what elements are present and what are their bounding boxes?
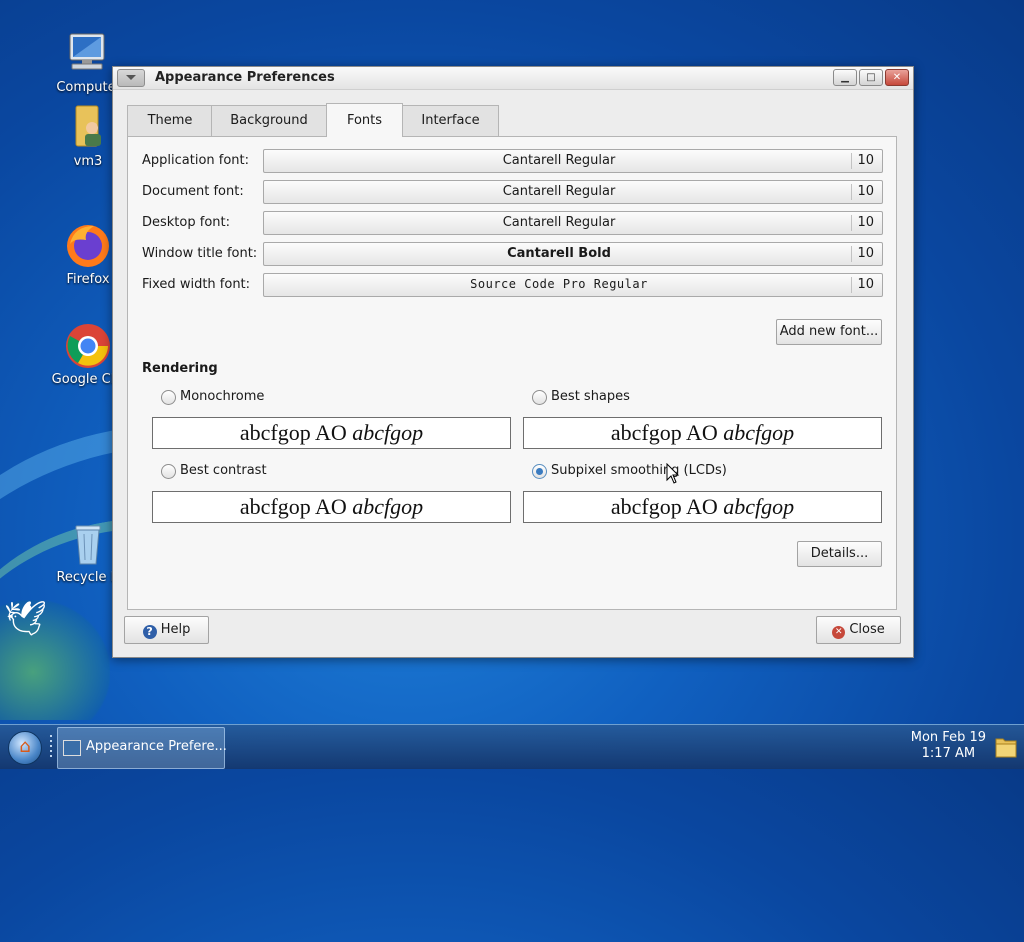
maximize-button[interactable]: □ [859, 69, 883, 86]
tab-background[interactable]: Background [211, 105, 327, 136]
sample-text: abcfgop AO [610, 494, 724, 519]
font-size: 10 [857, 153, 874, 168]
close-label: Close [849, 622, 885, 637]
bird-icon: 🕊 [4, 599, 48, 639]
taskbar-item-appearance-preferences[interactable]: Appearance Prefere... [57, 727, 227, 769]
font-label: Desktop font: [142, 215, 230, 230]
font-row-fixed-width: Fixed width font: Source Code Pro Regula… [142, 273, 884, 297]
taskbar: ⌂ Appearance Prefere... Mon Feb 19 1:17 … [0, 724, 1024, 769]
radio-button[interactable] [161, 390, 176, 405]
close-button[interactable]: ✕ Close [816, 616, 901, 644]
mouse-cursor-icon [666, 463, 680, 484]
clock-time: 1:17 AM [921, 746, 976, 761]
sample-italic-text: abcfgop [352, 494, 424, 519]
help-label: Help [160, 622, 191, 637]
radio-button[interactable] [532, 464, 547, 479]
fonts-panel: Application font: Cantarell Regular 10 D… [127, 136, 897, 610]
sample-text: abcfgop AO [239, 420, 353, 445]
font-label: Fixed width font: [142, 277, 251, 292]
help-button[interactable]: ? Help [124, 616, 209, 644]
radio-label: Subpixel smoothing (LCDs) [551, 463, 727, 478]
font-label: Window title font: [142, 246, 258, 261]
close-icon: ✕ [892, 72, 902, 83]
maximize-icon: □ [866, 72, 876, 83]
sample-subpixel-smoothing[interactable]: abcfgop AO abcfgop [523, 491, 882, 523]
user-folder-icon [64, 104, 112, 152]
font-name: Cantarell Regular [502, 215, 616, 230]
font-size: 10 [857, 246, 874, 261]
font-row-window-title: Window title font: Cantarell Bold 10 [142, 242, 884, 266]
close-window-button[interactable]: ✕ [885, 69, 909, 86]
appearance-window-icon [63, 740, 81, 756]
tab-interface[interactable]: Interface [402, 105, 499, 136]
sample-text: abcfgop AO [239, 494, 353, 519]
clock[interactable]: Mon Feb 19 1:17 AM [911, 730, 986, 762]
firefox-icon [64, 222, 112, 270]
rendering-heading: Rendering [142, 361, 218, 376]
font-name: Cantarell Regular [502, 153, 616, 168]
sample-italic-text: abcfgop [352, 420, 424, 445]
sample-text: abcfgop AO [610, 420, 724, 445]
clock-date: Mon Feb 19 [910, 730, 986, 745]
folder-icon[interactable] [994, 733, 1018, 759]
font-size: 10 [857, 215, 874, 230]
window-title: Appearance Preferences [155, 70, 335, 85]
window-title-font-button[interactable]: Cantarell Bold 10 [263, 242, 883, 266]
font-name: Source Code Pro Regular [470, 277, 648, 291]
radio-label: Monochrome [180, 389, 265, 404]
taskbar-separator [50, 735, 52, 759]
computer-icon [62, 30, 110, 78]
radio-label: Best contrast [180, 463, 267, 478]
chrome-icon [64, 322, 112, 370]
minimize-button[interactable]: ▁ [833, 69, 857, 86]
details-button[interactable]: Details... [797, 541, 882, 567]
radio-label: Best shapes [551, 389, 630, 404]
appearance-preferences-window: Appearance Preferences ▁ □ ✕ Theme Backg… [112, 66, 914, 658]
start-button[interactable]: ⌂ [8, 731, 42, 765]
add-new-font-button[interactable]: Add new font... [776, 319, 882, 345]
font-label: Document font: [142, 184, 244, 199]
taskbar-item-label: Appearance Prefere... [86, 739, 227, 754]
sample-italic-text: abcfgop [723, 420, 795, 445]
title-bar[interactable]: Appearance Preferences ▁ □ ✕ [113, 67, 913, 90]
recycle-bin-icon [64, 520, 112, 568]
font-name: Cantarell Regular [502, 184, 616, 199]
tab-fonts[interactable]: Fonts [326, 103, 403, 137]
fixed-width-font-button[interactable]: Source Code Pro Regular 10 [263, 273, 883, 297]
radio-button[interactable] [161, 464, 176, 479]
font-name: Cantarell Bold [507, 246, 611, 261]
application-font-button[interactable]: Cantarell Regular 10 [263, 149, 883, 173]
font-row-desktop: Desktop font: Cantarell Regular 10 [142, 211, 884, 235]
document-font-button[interactable]: Cantarell Regular 10 [263, 180, 883, 204]
close-icon: ✕ [832, 626, 846, 639]
start-icon: ⌂ [19, 736, 31, 757]
font-size: 10 [857, 277, 874, 292]
help-icon: ? [142, 625, 157, 639]
sample-best-contrast[interactable]: abcfgop AO abcfgop [152, 491, 511, 523]
font-label: Application font: [142, 153, 250, 168]
window-menu-button[interactable] [117, 69, 145, 87]
tab-theme[interactable]: Theme [127, 105, 213, 136]
radio-button[interactable] [532, 390, 547, 405]
sample-best-shapes[interactable]: abcfgop AO abcfgop [523, 417, 882, 449]
font-row-application: Application font: Cantarell Regular 10 [142, 149, 884, 173]
font-row-document: Document font: Cantarell Regular 10 [142, 180, 884, 204]
sample-monochrome[interactable]: abcfgop AO abcfgop [152, 417, 511, 449]
font-size: 10 [857, 184, 874, 199]
desktop-font-button[interactable]: Cantarell Regular 10 [263, 211, 883, 235]
minimize-icon: ▁ [841, 72, 849, 83]
sample-italic-text: abcfgop [723, 494, 795, 519]
